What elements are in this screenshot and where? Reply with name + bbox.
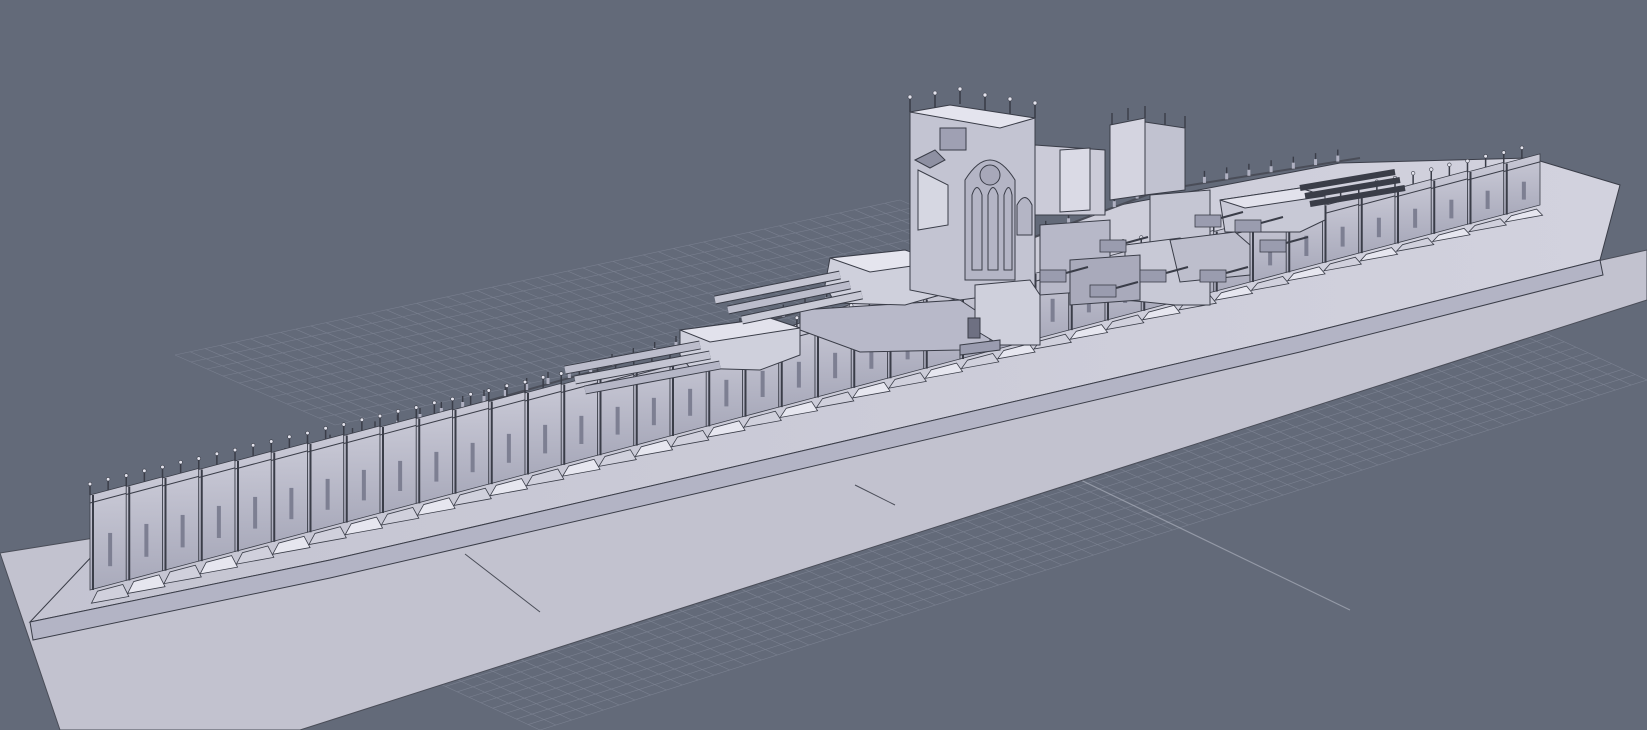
wall-window — [615, 406, 620, 435]
wall-window — [833, 352, 838, 379]
spire-tip — [450, 396, 455, 402]
spire-tip — [794, 315, 799, 320]
wall-window — [1050, 298, 1055, 322]
deck-gun-mount — [1194, 214, 1222, 228]
spire-tip — [214, 451, 219, 456]
spire-tip — [178, 460, 183, 465]
spire-tip — [160, 464, 165, 470]
spire-tip — [396, 409, 401, 414]
spire-tip — [305, 430, 310, 436]
wall-window — [506, 433, 511, 463]
spire-tip — [341, 422, 346, 427]
tower-spire-tip — [932, 90, 938, 96]
spire-tip — [287, 434, 292, 439]
spire-tip — [142, 468, 147, 473]
spire-tip — [1519, 145, 1524, 150]
spire-tip — [522, 379, 528, 385]
spire-tip — [196, 456, 201, 461]
deck-gun-mount — [1139, 269, 1167, 283]
wall-window — [108, 532, 113, 567]
wall-window — [398, 460, 403, 491]
spire-tip — [559, 371, 564, 376]
spire-tip — [269, 439, 274, 444]
wall-window — [1485, 190, 1490, 209]
tower-spire-tip — [1032, 100, 1038, 106]
deck-gun-mount — [1259, 239, 1287, 253]
deck-gun-mount — [1099, 239, 1127, 253]
wall-window — [325, 478, 330, 510]
wall-window — [579, 415, 584, 444]
wall-window — [651, 397, 656, 426]
wall-window — [289, 487, 294, 520]
wall-window — [361, 469, 366, 501]
far-post — [1202, 176, 1206, 183]
far-post — [1247, 169, 1251, 176]
spire-tip — [414, 405, 419, 410]
wall-window — [724, 379, 729, 407]
far-post — [1112, 201, 1116, 208]
wall-window — [434, 451, 439, 482]
spire-tip — [541, 375, 546, 380]
far-post — [1225, 173, 1229, 180]
tower-spire-tip — [1007, 96, 1013, 102]
tower-spire-tip — [982, 92, 988, 98]
deck-gun-mount — [1089, 284, 1117, 298]
spire-tip — [468, 392, 473, 397]
wall-window — [216, 505, 221, 538]
deck-gun-mount — [1199, 269, 1227, 283]
wall-window — [253, 496, 258, 529]
spire-tip — [1411, 171, 1416, 176]
far-post — [1314, 159, 1318, 166]
scene-canvas[interactable] — [0, 0, 1647, 730]
spire-tip — [432, 400, 437, 405]
3d-viewport[interactable] — [0, 0, 1647, 730]
wall-window — [688, 388, 693, 416]
spire-tip — [232, 447, 238, 453]
spire-tip — [87, 481, 93, 487]
wall-window — [1413, 208, 1418, 228]
spire-tip — [377, 413, 383, 419]
spire-tip — [504, 383, 509, 388]
spire-tip — [1429, 167, 1434, 172]
wall-window — [1376, 217, 1381, 238]
wall-window — [1449, 199, 1454, 219]
far-post — [1269, 166, 1273, 173]
spire-tip — [251, 443, 256, 448]
wall-window — [180, 514, 185, 548]
spire-tip — [486, 388, 491, 393]
spire-tip — [323, 426, 328, 431]
wall-window — [1340, 226, 1345, 247]
wall-window — [1521, 181, 1526, 200]
wall-window — [470, 442, 475, 473]
tower-spire-tip — [907, 94, 913, 100]
spire-tip — [106, 477, 111, 482]
spire-tip — [1483, 154, 1488, 159]
far-post — [546, 378, 550, 384]
spire-tip — [124, 473, 129, 478]
spire-tip — [1465, 158, 1470, 164]
spire-tip — [359, 417, 364, 422]
crew-figure — [967, 317, 981, 339]
wall-window — [760, 370, 765, 397]
spire-tip — [1447, 162, 1452, 167]
far-post — [1336, 155, 1340, 162]
deck-gun-mount — [1039, 269, 1067, 283]
spire-tip — [1501, 150, 1506, 155]
wall-window — [144, 523, 149, 557]
deck-gun-mount — [1234, 219, 1262, 233]
tower-spire-tip — [957, 86, 963, 92]
wall-window — [796, 361, 801, 388]
far-post — [1291, 162, 1295, 169]
wall-window — [543, 424, 548, 454]
